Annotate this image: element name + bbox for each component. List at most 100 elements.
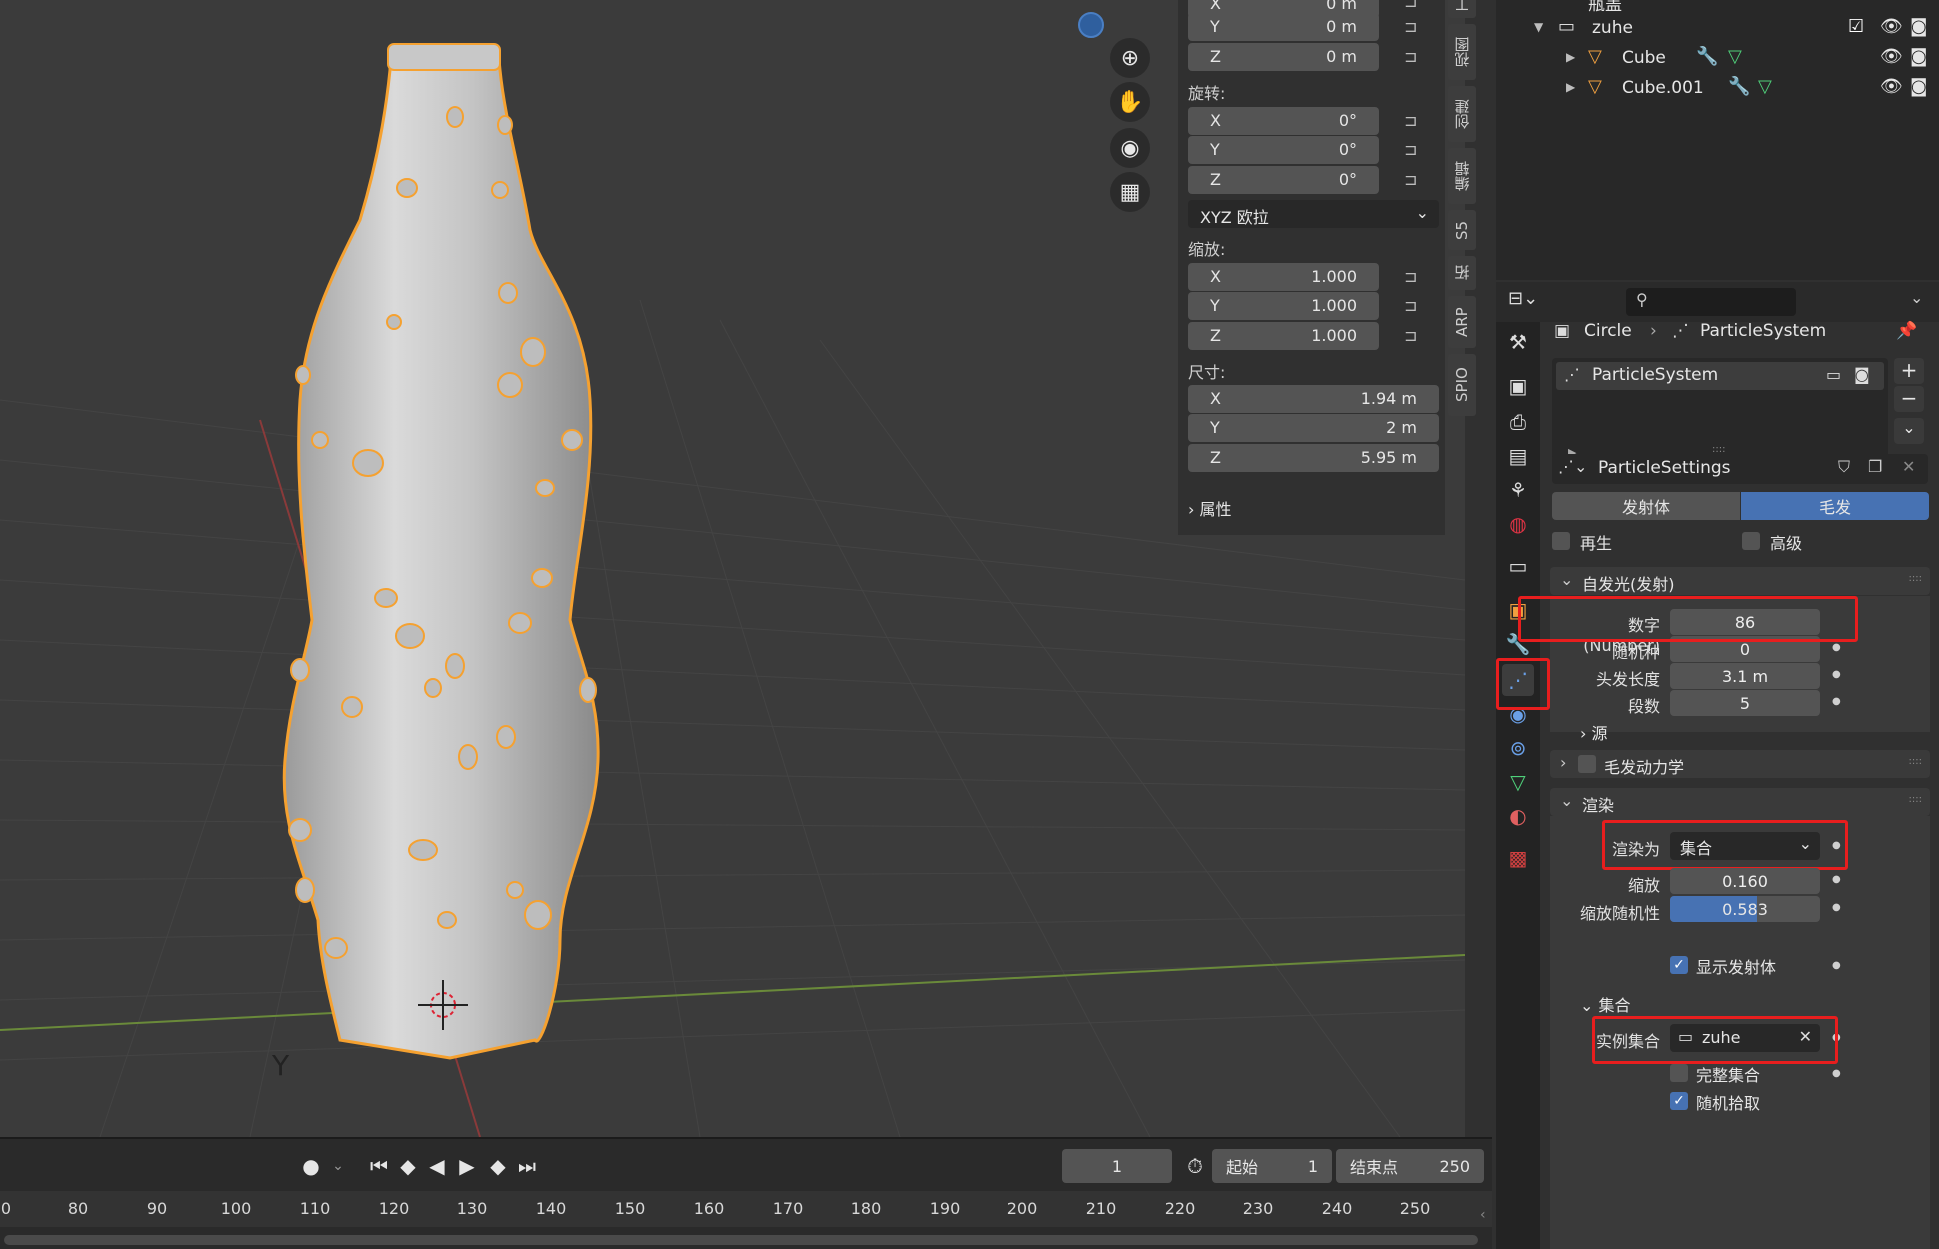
record-icon[interactable]: ● <box>296 1149 326 1183</box>
type-emitter-button[interactable]: 发射体 <box>1552 492 1740 520</box>
pin-icon[interactable]: 📌 <box>1896 321 1917 341</box>
play-reverse-icon[interactable]: ◀ <box>424 1149 450 1183</box>
keyframe-dot-icon[interactable]: ● <box>1832 1068 1841 1079</box>
remove-icon[interactable]: − <box>1894 386 1924 412</box>
tab-edit[interactable]: 编辑 <box>1448 148 1476 204</box>
eye-icon[interactable]: 👁 <box>1880 46 1903 67</box>
next-keyframe-icon[interactable]: ◆ <box>484 1149 512 1183</box>
rotation-mode-select[interactable]: XYZ 欧拉 ⌄ <box>1188 200 1439 228</box>
perspective-grid-icon[interactable]: ▦ <box>1110 172 1150 212</box>
camera-icon[interactable]: ◙ <box>1910 76 1927 97</box>
emission-panel-header[interactable]: ⌄ 自发光(发射) :::: <box>1550 567 1930 595</box>
data-tab-icon[interactable]: ▽ <box>1502 766 1534 798</box>
wrench-modifier-icon[interactable]: 🔧 <box>1728 76 1750 97</box>
drag-handle-icon[interactable]: :::: <box>1909 573 1922 584</box>
search-input[interactable]: ⚲ <box>1626 288 1796 316</box>
dimension-z-field[interactable]: Z 5.95 m <box>1188 444 1439 472</box>
collection-subpanel-header[interactable]: ⌄ 集合 <box>1580 992 1631 1016</box>
pan-hand-icon[interactable]: ✋ <box>1110 82 1150 122</box>
render-panel-header[interactable]: ⌄ 渲染 :::: <box>1550 788 1930 816</box>
advanced-checkbox[interactable] <box>1742 532 1760 550</box>
output-tab-icon[interactable]: ⎙ <box>1502 406 1534 438</box>
mesh-data-icon[interactable]: ▽ <box>1758 76 1772 97</box>
lock-icon[interactable]: ⊐ <box>1404 111 1428 131</box>
mesh-data-icon[interactable]: ▽ <box>1728 46 1742 67</box>
lock-icon[interactable]: ⊐ <box>1404 170 1428 190</box>
scale-y-field[interactable]: Y 1.000 <box>1188 292 1379 320</box>
chevron-down-icon[interactable]: ⌄ <box>1894 418 1924 444</box>
checkbox-icon[interactable]: ☑ <box>1848 16 1864 37</box>
location-z-field[interactable]: Z0 m <box>1188 43 1379 71</box>
prev-keyframe-icon[interactable]: ◆ <box>394 1149 422 1183</box>
shield-icon[interactable]: ⛉ <box>1838 457 1850 477</box>
tab-tuo[interactable]: 拓 <box>1448 256 1476 290</box>
expand-triangle-icon[interactable]: ▶ <box>1566 50 1575 64</box>
current-frame-field[interactable]: 1 <box>1062 1149 1172 1183</box>
tab-view[interactable]: 视图 <box>1448 24 1476 80</box>
world-tab-icon[interactable]: ◍ <box>1502 508 1534 540</box>
outliner-row-cube[interactable]: ▶ ▽ Cube 🔧 ▽ 👁 ◙ <box>1496 44 1939 74</box>
lock-icon[interactable]: ⊐ <box>1404 296 1428 316</box>
tool-tab-icon[interactable]: ⚒ <box>1502 326 1534 358</box>
expand-triangle-icon[interactable]: ▶ <box>1566 80 1575 94</box>
timeline-scrollbar[interactable] <box>4 1235 1478 1245</box>
keyframe-dot-icon[interactable]: ● <box>1832 669 1841 680</box>
segments-field[interactable]: 5 <box>1670 690 1820 716</box>
scale-randomness-slider[interactable]: 0.583 <box>1670 896 1820 922</box>
editor-type-icon[interactable]: ⊟⌄ <box>1508 288 1550 316</box>
scale-x-field[interactable]: X 1.000 <box>1188 263 1379 291</box>
jump-end-icon[interactable]: ⏭ <box>514 1149 540 1183</box>
hair-length-field[interactable]: 3.1 m <box>1670 663 1820 689</box>
camera-view-icon[interactable]: ◉ <box>1110 128 1150 168</box>
tab-arp[interactable]: ARP <box>1448 296 1476 348</box>
start-frame-field[interactable]: 起始 1 <box>1212 1149 1332 1183</box>
lock-icon[interactable]: ⊐ <box>1404 47 1428 67</box>
chevron-down-icon[interactable]: ⌄ <box>1910 288 1923 307</box>
3d-viewport[interactable]: Y ⊕ ✋ ◉ ▦ X0 m ⊐ Y0 m ⊐ Z0 m ⊐ 旋转: X 0° ⊐… <box>0 0 1465 1137</box>
texture-tab-icon[interactable]: ▩ <box>1502 842 1534 874</box>
drag-handle-icon[interactable]: :::: <box>1909 756 1922 767</box>
show-emitter-checkbox[interactable]: ✓ <box>1670 956 1688 974</box>
camera-icon[interactable]: ◙ <box>1910 16 1927 37</box>
wrench-modifier-icon[interactable]: 🔧 <box>1696 46 1718 67</box>
properties-subpanel-header[interactable]: › 属性 <box>1188 496 1232 520</box>
tab-spio[interactable]: SPIO <box>1448 354 1476 416</box>
chevron-left-icon[interactable]: ‹ <box>1480 1207 1486 1223</box>
end-frame-field[interactable]: 结束点 250 <box>1336 1149 1484 1183</box>
particle-settings-selector[interactable]: ⋰⌄ ParticleSettings ⛉ ❐ ✕ <box>1552 454 1928 484</box>
keyframe-dot-icon[interactable]: ● <box>1832 696 1841 707</box>
zoom-icon[interactable]: ⊕ <box>1110 38 1150 78</box>
tab-create[interactable]: 创建 <box>1448 86 1476 142</box>
location-y-field[interactable]: Y0 m <box>1188 13 1379 41</box>
keyframe-dot-icon[interactable]: ● <box>1832 642 1841 653</box>
hair-dynamics-checkbox[interactable] <box>1578 755 1596 773</box>
eye-icon[interactable]: 👁 <box>1880 76 1903 97</box>
eye-icon[interactable]: 👁 <box>1880 16 1903 37</box>
hair-dynamics-panel-header[interactable]: › 毛发动力学 :::: <box>1550 750 1930 778</box>
rotation-z-field[interactable]: Z 0° <box>1188 166 1379 194</box>
navigation-gizmo[interactable] <box>1078 12 1104 38</box>
add-icon[interactable]: + <box>1894 358 1924 384</box>
regrow-checkbox[interactable] <box>1552 532 1570 550</box>
dimension-y-field[interactable]: Y2 m <box>1188 414 1439 442</box>
lock-icon[interactable]: ⊐ <box>1404 17 1428 37</box>
lock-icon[interactable]: ⊐ <box>1404 326 1428 346</box>
expand-triangle-icon[interactable]: ▼ <box>1534 20 1543 34</box>
render-tab-icon[interactable]: ▣ <box>1502 370 1534 402</box>
constraints-tab-icon[interactable]: ⊚ <box>1502 732 1534 764</box>
camera-icon[interactable]: ◙ <box>1910 46 1927 67</box>
outliner-row-collection[interactable]: ▼ ▭ zuhe ☑ 👁 ◙ <box>1496 14 1939 44</box>
lock-icon[interactable]: ⊐ <box>1404 140 1428 160</box>
keyframe-dot-icon[interactable]: ● <box>1832 874 1841 885</box>
pick-random-checkbox[interactable]: ✓ <box>1670 1092 1688 1110</box>
tab-s5[interactable]: S5 <box>1448 210 1476 250</box>
camera-icon[interactable]: ◙ <box>1854 365 1870 384</box>
lock-icon[interactable]: ⊐ <box>1404 267 1428 287</box>
whole-collection-checkbox[interactable] <box>1670 1064 1688 1082</box>
keyframe-dot-icon[interactable]: ● <box>1832 902 1841 913</box>
monitor-icon[interactable]: ▭ <box>1826 365 1841 384</box>
frame-ruler[interactable]: 0 80 90 100 110 120 130 140 150 160 170 … <box>0 1191 1492 1227</box>
view-layer-tab-icon[interactable]: ▤ <box>1502 440 1534 472</box>
tab-tool[interactable]: 工 <box>1448 0 1476 18</box>
collection-tab-icon[interactable]: ▭ <box>1502 550 1534 582</box>
